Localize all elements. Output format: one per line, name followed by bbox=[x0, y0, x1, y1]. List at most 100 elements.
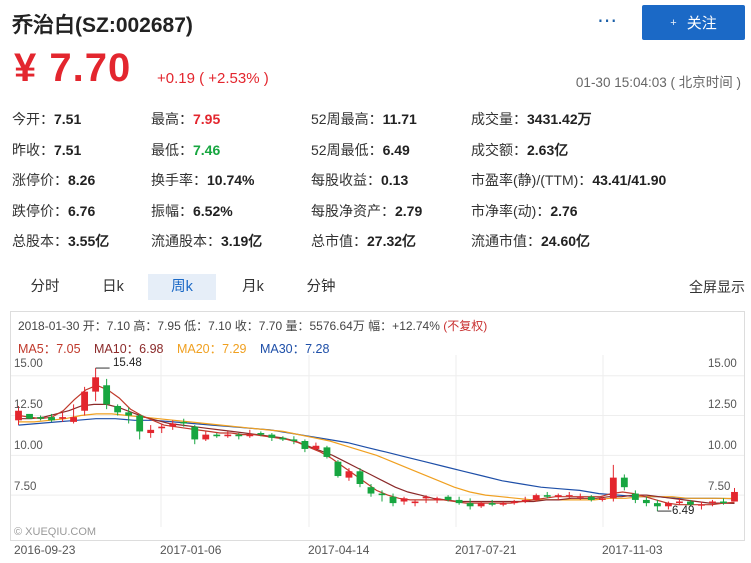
stat-value: 43.41/41.90 bbox=[592, 172, 667, 188]
candle[interactable] bbox=[554, 493, 562, 500]
follow-button[interactable]: + 关注 bbox=[642, 5, 745, 40]
candle[interactable] bbox=[334, 460, 342, 478]
candle[interactable] bbox=[81, 386, 89, 416]
tab-daily-k[interactable]: 日k bbox=[82, 274, 144, 300]
stat-label: 成交额： bbox=[471, 141, 527, 158]
candle-body bbox=[455, 499, 463, 504]
candle-body bbox=[466, 503, 474, 507]
candle-body bbox=[158, 426, 166, 429]
y-tick-left: 15.00 bbox=[14, 358, 43, 370]
candle[interactable] bbox=[59, 412, 66, 422]
stats-row: 涨停价：8.26 换手率：10.74% 每股收益：0.13 市盈率(静)/(TTM)：… bbox=[12, 170, 742, 201]
stats-row: 今开：7.51 最高：7.95 52周最高：11.71 成交量：3431.42万 bbox=[12, 109, 742, 140]
candle[interactable] bbox=[147, 425, 155, 438]
tab-weekly-k[interactable]: 周k bbox=[148, 274, 216, 300]
candle[interactable] bbox=[70, 404, 77, 424]
tab-monthly-k[interactable]: 月k bbox=[222, 274, 284, 300]
candle-body bbox=[411, 501, 419, 504]
stat-item: 昨收：7.51 bbox=[12, 140, 81, 160]
candle-body bbox=[191, 426, 199, 440]
stat-label: 最低： bbox=[151, 141, 193, 158]
candle[interactable] bbox=[92, 368, 100, 402]
candle[interactable] bbox=[455, 496, 463, 505]
x-tick: 2017-04-14 bbox=[308, 543, 370, 557]
candle-body bbox=[312, 445, 320, 449]
stat-item: 市净率(动)：2.76 bbox=[471, 201, 578, 221]
candle[interactable] bbox=[499, 501, 507, 507]
candle-body bbox=[37, 417, 44, 419]
chart-tabs: 分时 日k 周k 月k 分钟 全屏显示 bbox=[0, 274, 751, 302]
candle-body bbox=[532, 495, 540, 500]
candle-body bbox=[609, 477, 617, 499]
candle-body bbox=[323, 447, 331, 457]
candle[interactable] bbox=[477, 501, 485, 508]
candle-body bbox=[26, 413, 33, 419]
candle[interactable] bbox=[653, 499, 661, 512]
candle-body bbox=[598, 498, 606, 500]
candle-body bbox=[576, 496, 584, 498]
stat-item: 52周最高：11.71 bbox=[311, 109, 417, 129]
candle[interactable] bbox=[466, 498, 474, 510]
stat-item: 流通市值：24.60亿 bbox=[471, 231, 590, 251]
candle-body bbox=[202, 434, 210, 440]
stat-value: 7.51 bbox=[54, 111, 82, 127]
fullscreen-button[interactable]: 全屏显示 bbox=[689, 274, 745, 300]
tab-minute-line[interactable]: 分时 bbox=[14, 274, 76, 300]
y-tick-right: 10.00 bbox=[708, 440, 737, 452]
candle[interactable] bbox=[323, 445, 331, 459]
candle-body bbox=[70, 417, 77, 422]
stat-item: 最高：7.95 bbox=[151, 109, 220, 129]
x-tick: 2017-07-21 bbox=[455, 543, 517, 557]
stat-item: 今开：7.51 bbox=[12, 109, 81, 129]
candle-body bbox=[554, 495, 562, 497]
candle[interactable] bbox=[301, 439, 309, 453]
candle-body bbox=[301, 441, 309, 449]
candle[interactable] bbox=[731, 487, 738, 502]
stat-item: 跌停价：6.76 bbox=[12, 201, 95, 221]
stat-label: 流通股本： bbox=[151, 233, 221, 249]
candle[interactable] bbox=[268, 433, 276, 441]
candle-body bbox=[709, 501, 716, 504]
candle-body bbox=[698, 504, 705, 506]
kline-chart[interactable] bbox=[11, 355, 744, 527]
candle[interactable] bbox=[37, 415, 44, 421]
candle[interactable] bbox=[411, 499, 419, 507]
more-options-icon[interactable]: ⋯ bbox=[597, 8, 618, 33]
candle[interactable] bbox=[26, 413, 33, 419]
candle[interactable] bbox=[609, 464, 617, 502]
stat-value: 7.95 bbox=[193, 111, 221, 127]
candle[interactable] bbox=[510, 499, 518, 505]
tab-minutes[interactable]: 分钟 bbox=[290, 274, 352, 300]
ma30-label: MA30：7.28 bbox=[259, 342, 330, 356]
candle[interactable] bbox=[290, 436, 298, 445]
candle[interactable] bbox=[709, 499, 716, 507]
candle-body bbox=[565, 495, 573, 497]
candle[interactable] bbox=[400, 496, 408, 505]
stat-value: 0.13 bbox=[381, 172, 409, 188]
candle-body bbox=[92, 377, 100, 392]
candle-body bbox=[356, 471, 364, 484]
candle[interactable] bbox=[202, 431, 210, 441]
candle[interactable] bbox=[136, 413, 144, 440]
stat-item: 换手率：10.74% bbox=[151, 170, 254, 190]
stat-label: 每股净资产： bbox=[311, 202, 395, 219]
stat-item: 市盈率(静)/(TTM)：43.41/41.90 bbox=[471, 170, 666, 190]
chart-info-line: 2018-01-30 开：7.10 高：7.95 低：7.10 收：7.70 量… bbox=[18, 317, 487, 334]
candle-body bbox=[587, 496, 595, 500]
adjust-mode[interactable]: (不复权) bbox=[443, 319, 487, 333]
candle[interactable] bbox=[345, 468, 353, 481]
candle[interactable] bbox=[191, 425, 199, 445]
candle[interactable] bbox=[213, 433, 221, 438]
stat-label: 流通市值： bbox=[471, 233, 541, 249]
candle[interactable] bbox=[433, 496, 441, 504]
x-axis: 2016-09-23 2017-01-06 2017-04-14 2017-07… bbox=[0, 543, 751, 561]
candle[interactable] bbox=[620, 474, 628, 491]
stat-label: 昨收： bbox=[12, 141, 54, 158]
max-price-label: 15.48 bbox=[113, 357, 142, 369]
candle-body bbox=[147, 429, 155, 434]
candle-body bbox=[367, 487, 375, 494]
candle-body bbox=[720, 501, 727, 504]
candle[interactable] bbox=[631, 490, 639, 504]
candle-body bbox=[103, 385, 111, 405]
candle[interactable] bbox=[279, 436, 287, 441]
